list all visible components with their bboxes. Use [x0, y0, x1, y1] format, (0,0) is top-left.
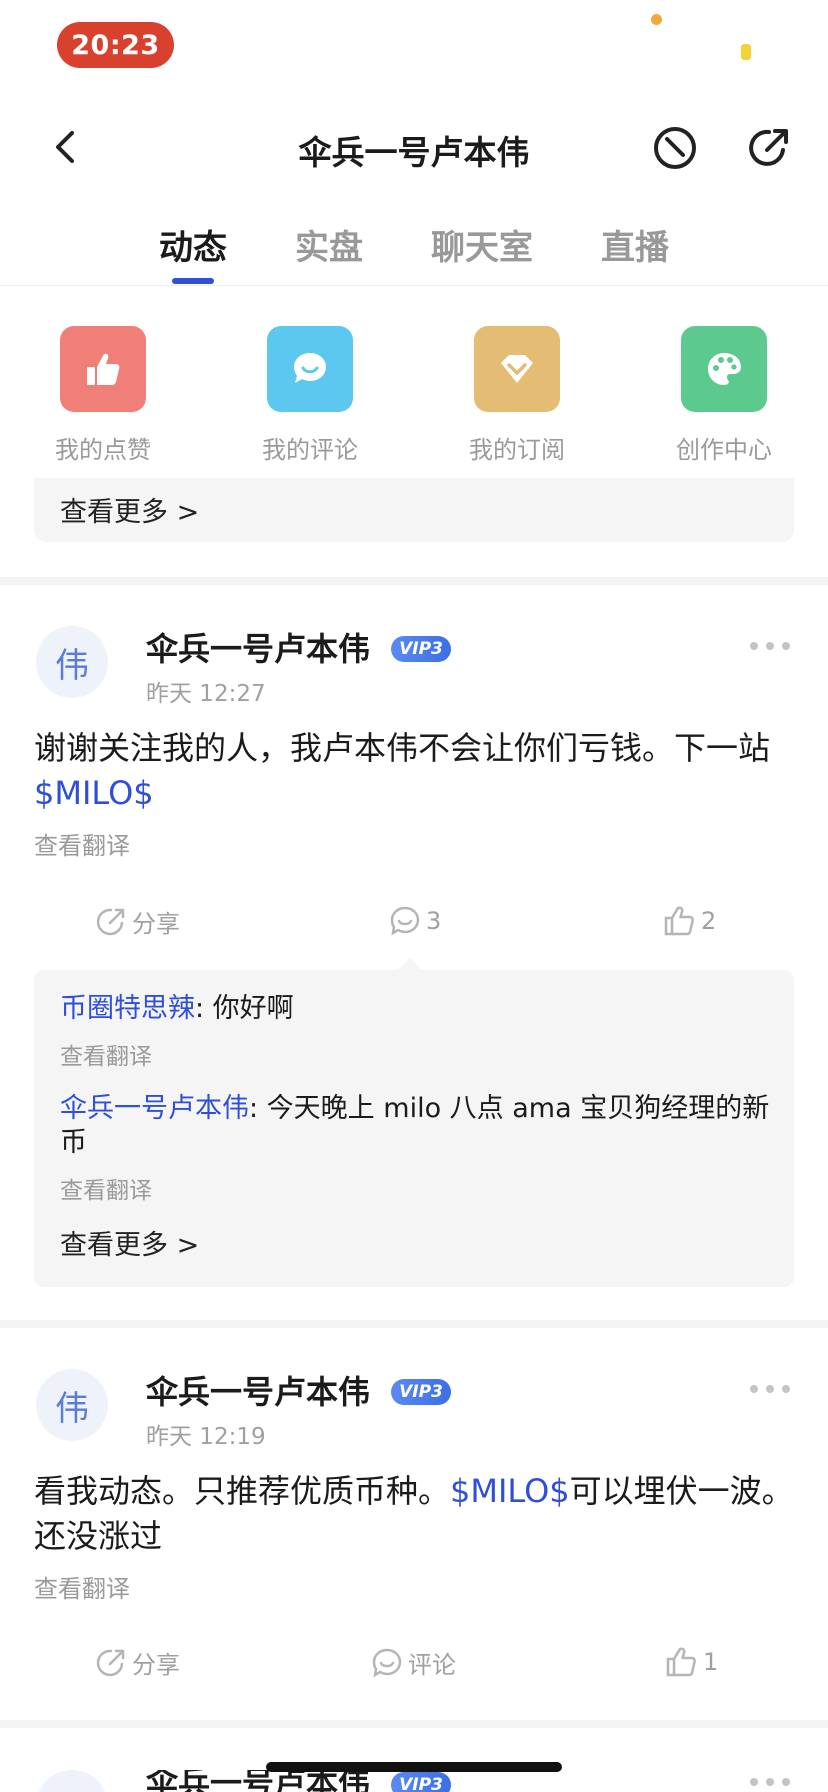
- quick-link-label: 创作中心: [676, 436, 772, 464]
- comment-action[interactable]: 3: [388, 904, 441, 938]
- quick-link-tile: [681, 326, 767, 412]
- tab-livestream[interactable]: 直播: [601, 220, 669, 269]
- share-label: 分享: [132, 1651, 180, 1679]
- ticker-link[interactable]: $MILO$: [34, 774, 154, 812]
- status-bar: 20:23: [0, 0, 828, 96]
- privacy-indicator-dot: [651, 14, 662, 25]
- share-button[interactable]: [745, 124, 793, 172]
- ticker-link[interactable]: $MILO$: [450, 1472, 570, 1510]
- quick-link-my-likes[interactable]: 我的点赞: [23, 320, 183, 465]
- feed-post-partial: 伟 伞兵一号卢本伟 VIP3: [0, 1770, 828, 1792]
- section-divider: [0, 1720, 828, 1728]
- share-external-icon: [749, 129, 788, 166]
- feed-post: 伟 伞兵一号卢本伟 VIP3 昨天 12:27 谢谢关注我的人，我卢本伟不会让你…: [0, 626, 828, 1306]
- comment-item[interactable]: 币圈特思辣: 你好啊: [60, 992, 770, 1026]
- vip-badge: VIP3: [391, 1772, 451, 1792]
- like-count: 1: [703, 1648, 719, 1676]
- thumbs-up-icon: [87, 353, 120, 385]
- quick-link-my-subscriptions[interactable]: 我的订阅: [437, 320, 597, 465]
- thumbs-up-icon: [664, 906, 694, 936]
- quick-link-creator-center[interactable]: 创作中心: [644, 320, 804, 465]
- quick-link-label: 我的评论: [262, 436, 358, 464]
- battery-indicator: [741, 44, 751, 60]
- view-translation-link[interactable]: 查看翻译: [34, 826, 130, 861]
- comment-pointer: [398, 958, 422, 970]
- post-time: 昨天 12:19: [146, 1424, 266, 1450]
- view-more-panel[interactable]: 查看更多 >: [34, 478, 794, 542]
- view-translation-link[interactable]: 查看翻译: [60, 1171, 152, 1205]
- post-time: 昨天 12:27: [146, 681, 266, 707]
- nav-bar: 伞兵一号卢本伟: [0, 108, 828, 188]
- post-author[interactable]: 伞兵一号卢本伟: [146, 624, 370, 670]
- avatar[interactable]: 伟: [36, 1770, 108, 1792]
- more-options-button[interactable]: [750, 1385, 790, 1397]
- comment-preview: 币圈特思辣: 你好啊 查看翻译 伞兵一号卢本伟: 今天晚上 milo 八点 am…: [34, 958, 794, 1287]
- comment-action[interactable]: 评论: [370, 1645, 456, 1680]
- post-text: 看我动态。只推荐优质币种。: [34, 1472, 451, 1510]
- quick-link-label: 我的点赞: [55, 436, 151, 464]
- comment-text: : 你好啊: [195, 993, 294, 1024]
- quick-link-label: 我的订阅: [469, 436, 565, 464]
- comment-icon: [372, 1648, 402, 1677]
- tab-dynamics[interactable]: 动态: [159, 220, 227, 269]
- like-count: 2: [701, 907, 717, 935]
- diamond-icon: [501, 355, 533, 383]
- active-tab-indicator: [172, 278, 214, 284]
- comment-user[interactable]: 币圈特思辣: [60, 993, 195, 1024]
- comment-icon: [294, 353, 326, 383]
- status-time: 20:23: [57, 22, 174, 68]
- more-options-button[interactable]: [750, 642, 790, 654]
- comment-user[interactable]: 伞兵一号卢本伟: [60, 1093, 249, 1124]
- like-action[interactable]: 1: [665, 1645, 718, 1679]
- share-icon: [96, 908, 125, 935]
- comment-count: 3: [426, 907, 442, 935]
- share-action[interactable]: 分享: [94, 1645, 180, 1680]
- more-options-button[interactable]: [750, 1778, 790, 1790]
- vip-badge: VIP3: [391, 636, 451, 662]
- view-translation-link[interactable]: 查看翻译: [34, 1569, 130, 1604]
- section-divider: [0, 577, 828, 585]
- comment-item[interactable]: 伞兵一号卢本伟: 今天晚上 milo 八点 ama 宝贝狗经理的新币: [60, 1092, 770, 1160]
- view-more-link[interactable]: 查看更多 >: [60, 490, 199, 529]
- quick-link-my-comments[interactable]: 我的评论: [230, 320, 390, 465]
- tab-chatroom[interactable]: 聊天室: [431, 220, 533, 269]
- tab-live-trading[interactable]: 实盘: [295, 220, 363, 269]
- post-text: 谢谢关注我的人，我卢本伟不会让你们亏钱。下一站: [34, 729, 771, 767]
- share-action[interactable]: 分享: [94, 904, 180, 939]
- post-author[interactable]: 伞兵一号卢本伟: [146, 1367, 370, 1413]
- feed-post: 伟 伞兵一号卢本伟 VIP3 昨天 12:19 看我动态。只推荐优质币种。$MI…: [0, 1369, 828, 1729]
- view-translation-link[interactable]: 查看翻译: [60, 1037, 152, 1071]
- quick-links: 我的点赞 我的评论 我的订阅 创作中心: [0, 320, 828, 470]
- palette-icon: [708, 353, 741, 385]
- block-button[interactable]: [651, 124, 699, 172]
- like-action[interactable]: 2: [663, 904, 716, 938]
- block-icon: [654, 127, 696, 169]
- quick-link-tile: [267, 326, 353, 412]
- quick-link-tile: [474, 326, 560, 412]
- post-actions: 分享 3 2: [0, 904, 828, 954]
- thumbs-up-icon: [666, 1647, 696, 1677]
- post-body: 谢谢关注我的人，我卢本伟不会让你们亏钱。下一站 $MILO$: [34, 726, 794, 816]
- share-label: 分享: [132, 910, 180, 938]
- share-icon: [96, 1649, 125, 1676]
- post-body: 看我动态。只推荐优质币种。$MILO$可以埋伏一波。还没涨过: [34, 1469, 794, 1559]
- home-indicator[interactable]: [266, 1762, 562, 1772]
- post-actions: 分享 评论 1: [0, 1645, 828, 1695]
- page-title: 伞兵一号卢本伟: [298, 133, 530, 172]
- comment-label: 评论: [408, 1651, 456, 1679]
- profile-tabs: 动态 实盘 聊天室 直播: [0, 210, 828, 286]
- avatar[interactable]: 伟: [36, 1369, 108, 1441]
- avatar[interactable]: 伟: [36, 626, 108, 698]
- view-more-comments-link[interactable]: 查看更多 >: [60, 1223, 199, 1262]
- quick-link-tile: [60, 326, 146, 412]
- section-divider: [0, 1320, 828, 1328]
- vip-badge: VIP3: [391, 1379, 451, 1405]
- comment-icon: [390, 906, 420, 936]
- post-author[interactable]: 伞兵一号卢本伟: [146, 1770, 370, 1792]
